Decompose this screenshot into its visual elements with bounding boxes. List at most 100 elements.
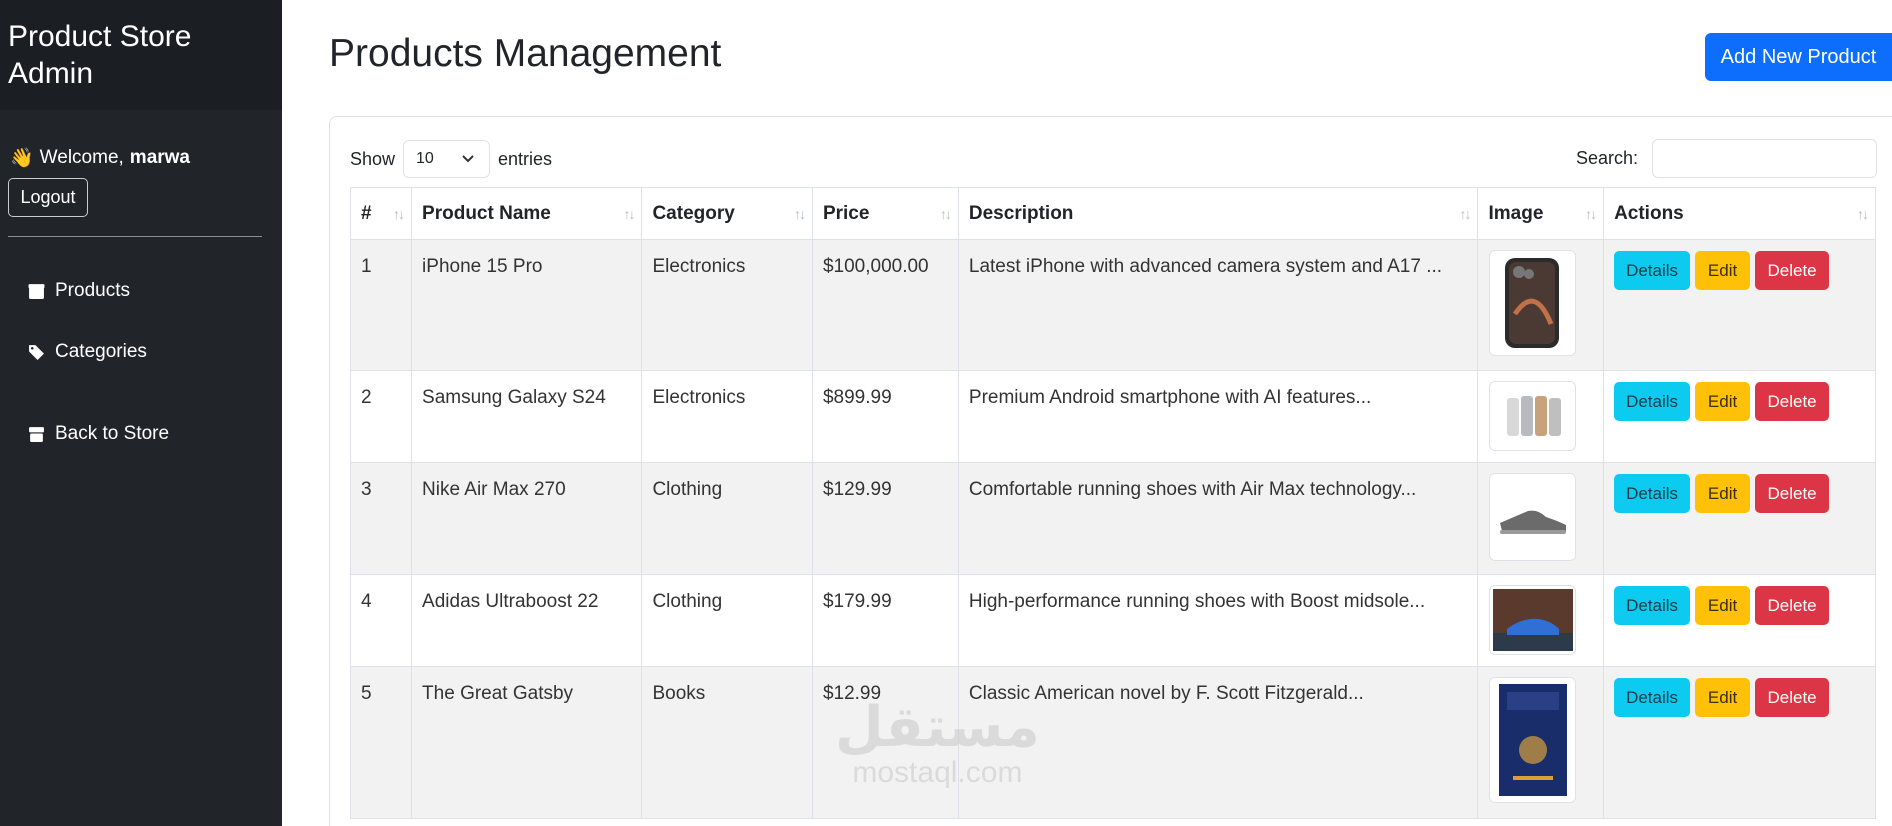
cell-price: $129.99 <box>811 462 959 575</box>
page-title: Products Management <box>329 32 722 75</box>
edit-button[interactable]: Edit <box>1695 678 1751 717</box>
delete-button[interactable]: Delete <box>1755 678 1830 717</box>
cell-description: Latest iPhone with advanced camera syste… <box>957 239 1479 371</box>
cell-actions: Details Edit Delete <box>1603 370 1876 463</box>
column-label: Description <box>968 202 1074 224</box>
column-header-price[interactable]: Price ↑↓ <box>811 187 959 240</box>
column-label: Product Name <box>422 202 551 224</box>
box-icon <box>28 283 45 299</box>
delete-button[interactable]: Delete <box>1755 474 1830 513</box>
entries-select[interactable]: 10 <box>403 140 491 178</box>
details-button[interactable]: Details <box>1614 678 1691 717</box>
cell-id: 3 <box>349 462 413 575</box>
entries-value: 10 <box>416 150 434 167</box>
logout-button[interactable]: Logout <box>8 178 88 217</box>
row-actions: Details Edit Delete <box>1614 251 1865 290</box>
column-label: Category <box>652 202 735 224</box>
cell-name: Adidas Ultraboost 22 <box>411 574 643 667</box>
table-row: 4 Adidas Ultraboost 22 Clothing $179.99 … <box>349 574 1876 667</box>
cell-description: High-performance running shoes with Boos… <box>957 574 1479 667</box>
cell-category: Clothing <box>641 462 813 575</box>
products-table: # ↑↓ Product Name ↑↓ Category ↑↓ Price ↑↓ De… <box>349 187 1876 819</box>
cell-price: $899.99 <box>811 370 959 463</box>
column-header-product-name[interactable]: Product Name ↑↓ <box>411 187 643 240</box>
sort-icon: ↑↓ <box>393 205 405 222</box>
cell-image <box>1477 462 1605 575</box>
search-input[interactable] <box>1652 139 1877 178</box>
cell-name: The Great Gatsby <box>411 666 643 819</box>
cell-image <box>1477 370 1605 463</box>
edit-button[interactable]: Edit <box>1695 382 1751 421</box>
brand-title: Product Store Admin <box>0 0 282 110</box>
cell-price: $179.99 <box>811 574 959 667</box>
cell-category: Clothing <box>641 574 813 667</box>
delete-button[interactable]: Delete <box>1755 586 1830 625</box>
cell-id: 5 <box>349 666 413 819</box>
sidebar-item-products[interactable]: Products <box>28 280 130 302</box>
cell-description: Comfortable running shoes with Air Max t… <box>957 462 1479 575</box>
column-header-image[interactable]: Image ↑↓ <box>1477 187 1605 240</box>
book-cover-image <box>1489 677 1577 803</box>
sidebar-item-label: Back to Store <box>55 423 170 444</box>
search-label: Search: <box>1576 148 1639 168</box>
column-header-description[interactable]: Description ↑↓ <box>957 187 1479 240</box>
row-actions: Details Edit Delete <box>1614 678 1865 717</box>
row-actions: Details Edit Delete <box>1614 586 1865 625</box>
store-icon <box>29 426 44 442</box>
edit-button[interactable]: Edit <box>1695 586 1751 625</box>
watermark-latin: mostaql.com <box>852 756 1023 789</box>
sidebar-divider <box>8 236 262 237</box>
cell-name: Nike Air Max 270 <box>411 462 643 575</box>
sort-icon: ↑↓ <box>1857 205 1869 222</box>
cell-actions: Details Edit Delete <box>1603 666 1876 819</box>
username: marwa <box>129 147 190 168</box>
cell-actions: Details Edit Delete <box>1603 462 1876 575</box>
sidebar-item-categories[interactable]: Categories <box>28 341 147 363</box>
sort-icon: ↑↓ <box>1459 205 1471 222</box>
sort-icon: ↑↓ <box>623 205 635 222</box>
table-row: 2 Samsung Galaxy S24 Electronics $899.99… <box>349 370 1876 463</box>
delete-button[interactable]: Delete <box>1755 382 1830 421</box>
add-product-button[interactable]: Add New Product <box>1705 33 1892 81</box>
details-button[interactable]: Details <box>1614 382 1691 421</box>
column-header-id[interactable]: # ↑↓ <box>349 187 413 240</box>
tags-icon <box>29 344 44 360</box>
cell-image <box>1477 666 1605 819</box>
delete-button[interactable]: Delete <box>1755 251 1830 290</box>
show-label: Show <box>350 148 396 169</box>
column-label: Price <box>822 202 870 224</box>
sidebar-item-back-to-store[interactable]: Back to Store <box>28 423 169 445</box>
sidebar: Product Store Admin 👋 Welcome, marwa Log… <box>0 0 282 826</box>
cell-image <box>1477 574 1605 667</box>
edit-button[interactable]: Edit <box>1695 251 1751 290</box>
table-row: 5 The Great Gatsby Books $12.99 Classic … <box>349 666 1876 819</box>
column-header-actions[interactable]: Actions ↑↓ <box>1603 187 1876 240</box>
details-button[interactable]: Details <box>1614 474 1691 513</box>
table-row: 1 iPhone 15 Pro Electronics $100,000.00 … <box>349 239 1876 371</box>
column-header-category[interactable]: Category ↑↓ <box>641 187 813 240</box>
welcome-message: 👋 Welcome, marwa <box>10 146 190 170</box>
edit-button[interactable]: Edit <box>1695 474 1751 513</box>
entries-label: entries <box>498 148 553 169</box>
chevron-down-icon <box>462 155 474 163</box>
row-actions: Details Edit Delete <box>1614 474 1865 513</box>
column-label: Actions <box>1614 202 1684 224</box>
cell-name: Samsung Galaxy S24 <box>411 370 643 463</box>
cell-category: Electronics <box>641 370 813 463</box>
sneaker-image <box>1489 585 1577 655</box>
details-button[interactable]: Details <box>1614 586 1691 625</box>
cell-category: Electronics <box>641 239 813 371</box>
cell-category: Books <box>641 666 813 819</box>
table-row: 3 Nike Air Max 270 Clothing $129.99 Comf… <box>349 462 1876 575</box>
welcome-prefix: Welcome, <box>39 147 124 168</box>
cell-description: Premium Android smartphone with AI featu… <box>957 370 1479 463</box>
row-actions: Details Edit Delete <box>1614 382 1865 421</box>
cell-actions: Details Edit Delete <box>1603 239 1876 371</box>
cell-name: iPhone 15 Pro <box>411 239 643 371</box>
entries-length-control: Show 10 entries <box>350 140 552 178</box>
details-button[interactable]: Details <box>1614 251 1691 290</box>
cell-price: $100,000.00 <box>811 239 959 371</box>
table-header-row: # ↑↓ Product Name ↑↓ Category ↑↓ Price ↑↓ De… <box>349 187 1876 240</box>
galaxy-image <box>1489 381 1577 451</box>
cell-id: 1 <box>349 239 413 371</box>
